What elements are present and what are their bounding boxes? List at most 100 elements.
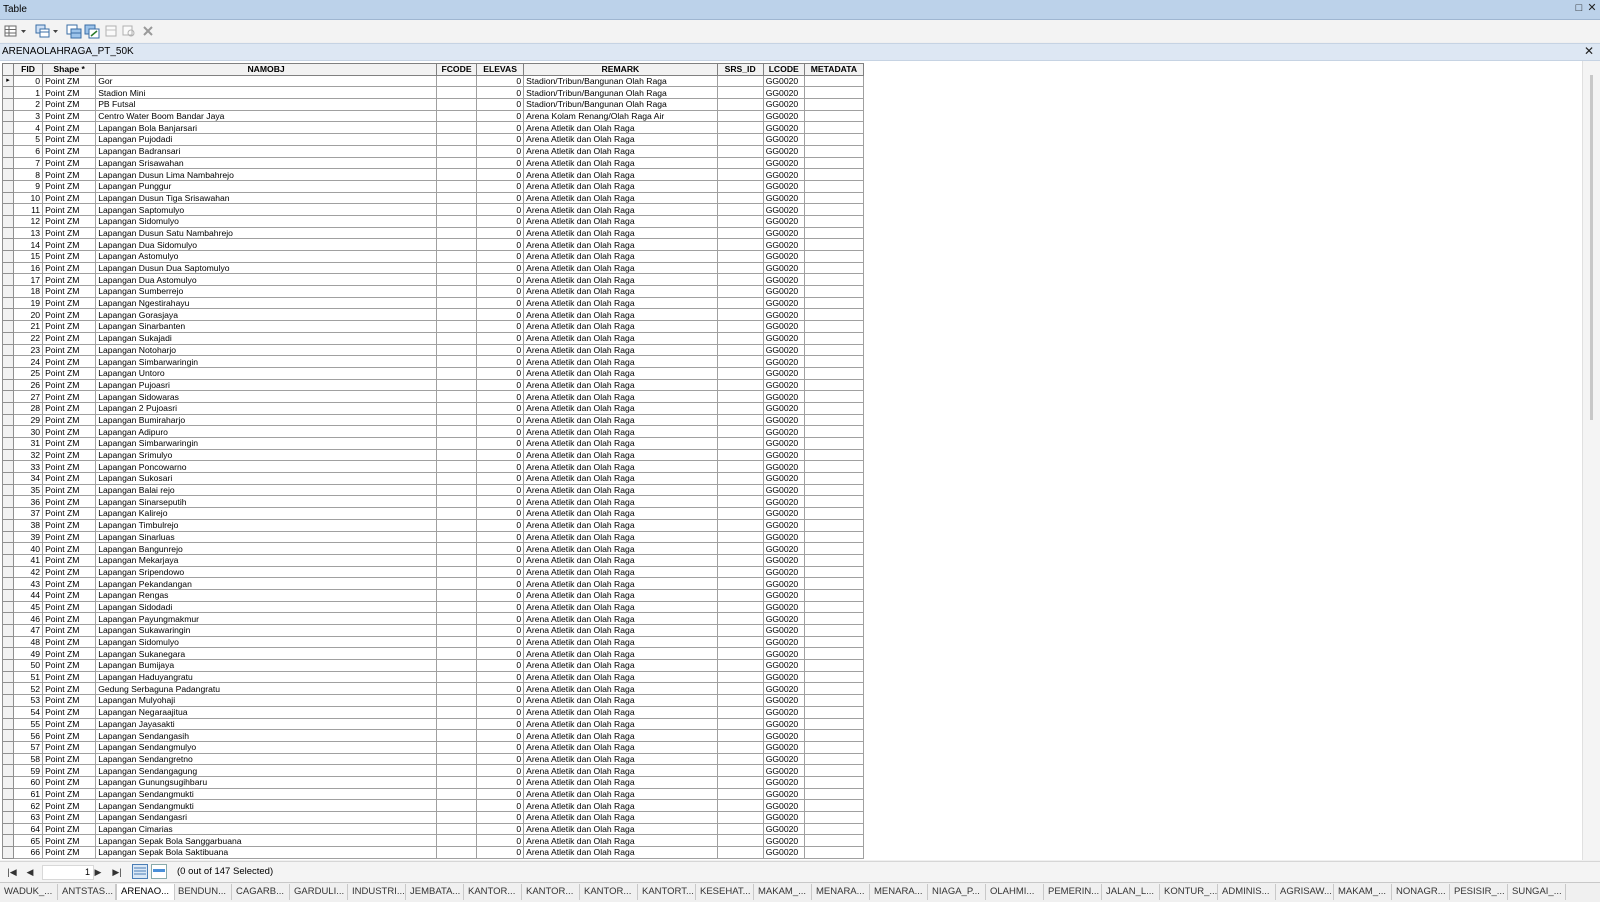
layer-tab[interactable]: SUNGAI_... (1508, 884, 1566, 900)
cell-lcode[interactable]: GG0020 (762, 647, 805, 661)
table-row[interactable]: 26 Point ZM Lapangan Pujoasri 0 Arena Atleti… (1, 378, 865, 392)
cell-lcode[interactable]: GG0020 (762, 250, 805, 263)
cell-shape[interactable]: Point ZM (42, 448, 97, 462)
cell-namobj[interactable]: Lapangan Sidowaras (95, 390, 437, 403)
row-selector[interactable] (1, 109, 15, 123)
cell-fcode[interactable] (435, 530, 478, 544)
row-selector[interactable] (1, 565, 15, 579)
row-selector[interactable] (1, 764, 15, 777)
table-row[interactable]: 21 Point ZM Lapangan Sinarbanten 0 Arena Atl… (1, 320, 865, 333)
cell-srs-id[interactable] (716, 214, 764, 228)
cell-metadata[interactable] (803, 495, 865, 509)
cell-srs-id[interactable] (716, 366, 764, 380)
cell-metadata[interactable] (803, 518, 865, 532)
cell-fid[interactable]: 19 (13, 296, 44, 310)
cell-lcode[interactable]: GG0020 (762, 203, 805, 216)
cell-metadata[interactable] (803, 133, 865, 146)
table-row[interactable]: 16 Point ZM Lapangan Dusun Dua Saptomulyo 0… (1, 261, 865, 275)
table-row[interactable]: 33 Point ZM Lapangan Poncowarno 0 Arena Atle… (1, 460, 865, 474)
cell-srs-id[interactable] (716, 518, 764, 532)
cell-shape[interactable]: Point ZM (42, 308, 97, 322)
cell-lcode[interactable]: GG0020 (762, 612, 805, 625)
cell-srs-id[interactable] (716, 705, 764, 719)
cell-metadata[interactable] (803, 331, 865, 345)
cell-metadata[interactable] (803, 729, 865, 742)
cell-elevas[interactable]: 0 (476, 659, 525, 672)
cell-metadata[interactable] (803, 787, 865, 801)
cell-fid[interactable]: 25 (13, 366, 44, 380)
cell-elevas[interactable]: 0 (476, 425, 525, 438)
cell-elevas[interactable]: 0 (476, 261, 525, 275)
cell-fcode[interactable] (435, 600, 478, 614)
cell-metadata[interactable] (803, 168, 865, 181)
cell-srs-id[interactable] (716, 775, 764, 789)
cell-fid[interactable]: 3 (13, 109, 44, 123)
cell-lcode[interactable]: GG0020 (762, 565, 805, 579)
table-row[interactable]: 28 Point ZM Lapangan 2 Pujoasri 0 Arena Atle… (1, 401, 865, 415)
cell-fcode[interactable] (435, 226, 478, 240)
cell-shape[interactable]: Point ZM (42, 624, 97, 637)
row-selector[interactable] (1, 542, 15, 555)
cell-remark[interactable]: Arena Atletik dan Olah Raga (523, 437, 718, 450)
cell-elevas[interactable]: 0 (476, 624, 525, 637)
cell-srs-id[interactable] (716, 740, 764, 754)
table-row[interactable]: 4 Point ZM Lapangan Bola Banjarsari 0 Arena … (1, 121, 865, 135)
cell-fid[interactable]: 31 (13, 437, 44, 450)
cell-fid[interactable]: 52 (13, 682, 44, 696)
cell-fcode[interactable] (435, 179, 478, 193)
row-selector[interactable] (1, 425, 15, 438)
cell-fcode[interactable] (435, 483, 478, 497)
cell-namobj[interactable]: Lapangan Saptomulyo (95, 203, 437, 216)
cell-fid[interactable]: 45 (13, 600, 44, 614)
cell-elevas[interactable]: 0 (476, 764, 525, 777)
cell-fid[interactable]: 35 (13, 483, 44, 497)
cell-fid[interactable]: 21 (13, 320, 44, 333)
layer-tab[interactable]: MENARA... (812, 884, 870, 900)
cell-srs-id[interactable] (716, 156, 764, 170)
cell-namobj[interactable]: Lapangan Sepak Bola Sanggarbuana (95, 834, 437, 848)
cell-namobj[interactable]: Lapangan Sinarbanten (95, 320, 437, 333)
cell-lcode[interactable]: GG0020 (762, 705, 805, 719)
cell-lcode[interactable]: GG0020 (762, 740, 805, 754)
cell-shape[interactable]: Point ZM (42, 495, 97, 509)
row-selector[interactable] (1, 624, 15, 637)
cell-metadata[interactable] (803, 285, 865, 298)
cell-lcode[interactable]: GG0020 (762, 448, 805, 462)
cell-lcode[interactable]: GG0020 (762, 273, 805, 287)
cell-remark[interactable]: Arena Atletik dan Olah Raga (523, 507, 718, 520)
column-header-metadata[interactable]: METADATA (803, 63, 865, 76)
row-selector[interactable] (1, 168, 15, 181)
cell-fcode[interactable] (435, 775, 478, 789)
cell-remark[interactable]: Arena Atletik dan Olah Raga (523, 682, 718, 696)
table-row[interactable]: 18 Point ZM Lapangan Sumberrejo 0 Arena Atle… (1, 285, 865, 298)
cell-fid[interactable]: 62 (13, 799, 44, 812)
cell-lcode[interactable]: GG0020 (762, 238, 805, 251)
cell-remark[interactable]: Arena Atletik dan Olah Raga (523, 483, 718, 497)
table-row[interactable]: 32 Point ZM Lapangan Srimulyo 0 Arena Atleti… (1, 448, 865, 462)
cell-srs-id[interactable] (716, 822, 764, 836)
table-row[interactable]: 10 Point ZM Lapangan Dusun Tiga Srisawahan… (1, 191, 865, 205)
table-row[interactable]: 14 Point ZM Lapangan Dua Sidomulyo 0 Arena A… (1, 238, 865, 251)
cell-fid[interactable]: 55 (13, 717, 44, 731)
cell-lcode[interactable]: GG0020 (762, 588, 805, 602)
cell-elevas[interactable]: 0 (476, 168, 525, 181)
table-row[interactable]: 31 Point ZM Lapangan Simbarwaringin 0 Arena … (1, 437, 865, 450)
table-row[interactable]: 60 Point ZM Lapangan Gunungsugihbaru 0 Arena… (1, 775, 865, 789)
cell-fcode[interactable] (435, 203, 478, 216)
cell-lcode[interactable]: GG0020 (762, 156, 805, 170)
cell-shape[interactable]: Point ZM (42, 320, 97, 333)
cell-shape[interactable]: Point ZM (42, 846, 97, 859)
cell-remark[interactable]: Arena Atletik dan Olah Raga (523, 729, 718, 742)
cell-srs-id[interactable] (716, 121, 764, 135)
cell-lcode[interactable]: GG0020 (762, 577, 805, 590)
cell-metadata[interactable] (803, 261, 865, 275)
row-selector[interactable] (1, 647, 15, 661)
first-record-icon[interactable]: |◀ (5, 865, 19, 879)
cell-namobj[interactable]: Lapangan Bumiraharjo (95, 413, 437, 427)
cell-shape[interactable]: Point ZM (42, 799, 97, 812)
cell-remark[interactable]: Arena Atletik dan Olah Raga (523, 179, 718, 193)
layer-tab[interactable]: PEMERIN... (1044, 884, 1102, 900)
cell-shape[interactable]: Point ZM (42, 729, 97, 742)
row-selector[interactable] (1, 600, 15, 614)
cell-fcode[interactable] (435, 612, 478, 625)
